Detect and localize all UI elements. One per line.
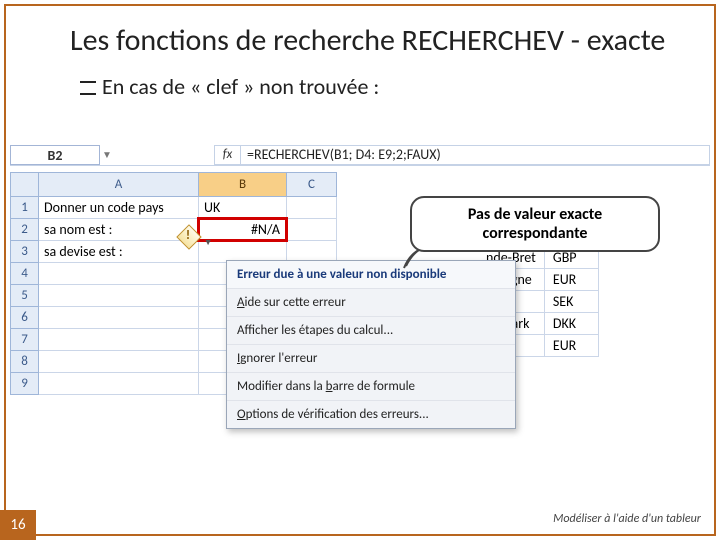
cell-c2[interactable] — [287, 219, 337, 241]
row-header[interactable]: 4 — [11, 263, 39, 285]
cell-a1[interactable]: Donner un code pays — [39, 197, 199, 219]
menu-item-help[interactable]: Aide sur cette erreur — [227, 288, 515, 316]
cell-c1[interactable] — [287, 197, 337, 219]
error-context-menu: Erreur due à une valeur non disponible A… — [226, 260, 516, 429]
row-header[interactable]: 6 — [11, 307, 39, 329]
col-header-b[interactable]: B — [199, 173, 287, 197]
cell-a3[interactable]: sa devise est : — [39, 241, 199, 263]
formula-bar: B2 ▼ fx =RECHERCHEV(B1; D4: E9;2;FAUX) — [10, 144, 710, 166]
row-header[interactable]: 5 — [11, 285, 39, 307]
table-cell[interactable]: DKK — [544, 313, 599, 335]
chevron-down-icon[interactable]: ▼ — [204, 237, 213, 248]
formula-text[interactable]: =RECHERCHEV(B1; D4: E9;2;FAUX) — [241, 146, 441, 163]
table-cell[interactable]: SEK — [544, 291, 599, 313]
row-header[interactable]: 1 — [11, 197, 39, 219]
col-header-c[interactable]: C — [287, 173, 337, 197]
cell-a2[interactable]: sa nom est : — [39, 219, 199, 241]
menu-item-ignore[interactable]: Ignorer l'erreur — [227, 344, 515, 372]
row-header[interactable]: 7 — [11, 329, 39, 351]
row-header[interactable]: 9 — [11, 373, 39, 395]
page-number: 16 — [0, 510, 36, 540]
footer-caption: Modéliser à l'aide d'un tableur — [552, 512, 702, 526]
select-all-corner[interactable] — [11, 173, 39, 197]
name-box[interactable]: B2 — [10, 145, 100, 165]
callout-annotation: Pas de valeur exacte correspondante — [410, 196, 660, 252]
table-cell[interactable]: EUR — [544, 269, 599, 291]
menu-item-steps[interactable]: Afficher les étapes du calcul... — [227, 316, 515, 344]
warning-icon[interactable]: ! — [176, 224, 201, 249]
error-smarttag[interactable]: ! ▼ — [180, 228, 213, 251]
row-header[interactable]: 3 — [11, 241, 39, 263]
menu-header: Erreur due à une valeur non disponible — [227, 261, 515, 288]
chevron-down-icon[interactable]: ▼ — [100, 148, 114, 161]
menu-item-edit[interactable]: Modifier dans la barre de formule — [227, 372, 515, 400]
row-header[interactable]: 2 — [11, 219, 39, 241]
cell-b1[interactable]: UK — [199, 197, 287, 219]
table-cell[interactable]: EUR — [544, 335, 599, 357]
spreadsheet-area: B2 ▼ fx =RECHERCHEV(B1; D4: E9;2;FAUX) A… — [10, 144, 710, 444]
col-header-a[interactable]: A — [39, 173, 199, 197]
row-header[interactable]: 8 — [11, 351, 39, 373]
fx-button[interactable]: fx — [215, 146, 241, 164]
menu-item-options[interactable]: Options de vérification des erreurs... — [227, 400, 515, 428]
